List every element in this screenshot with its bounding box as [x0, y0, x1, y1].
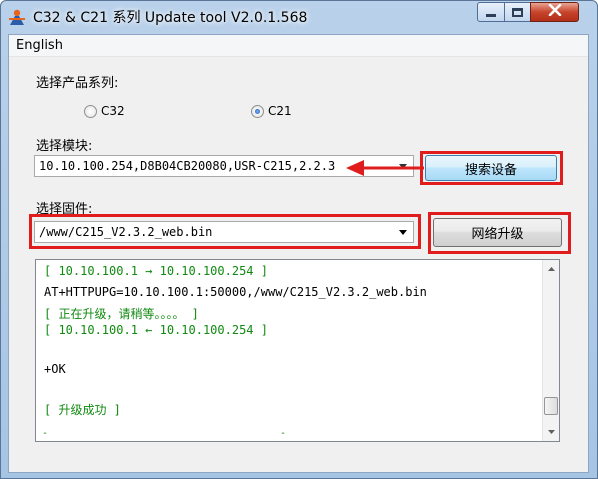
log-line: [ 正在升级，请稍等。。。。 ] [44, 307, 199, 321]
close-icon [548, 3, 562, 20]
radio-c32[interactable]: C32 [84, 104, 125, 118]
network-upgrade-button[interactable]: 网络升级 [433, 218, 562, 247]
maximize-icon [512, 7, 523, 17]
radio-c21-label: C21 [268, 104, 292, 118]
annotation-arrow [346, 160, 424, 176]
chevron-down-icon [547, 429, 555, 434]
app-window: C32 & C21 系列 Update tool V2.0.1.568 Engl… [0, 0, 598, 479]
title-bar[interactable]: C32 & C21 系列 Update tool V2.0.1.568 [1, 1, 597, 33]
window-title: C32 & C21 系列 Update tool V2.0.1.568 [33, 10, 308, 26]
close-button[interactable] [530, 2, 579, 22]
search-device-button[interactable]: 搜索设备 [425, 155, 557, 181]
scroll-thumb[interactable] [544, 397, 558, 415]
log-line: AT+HTTPUPG=10.10.100.1:50000,/www/C215_V… [44, 285, 427, 299]
product-series-label: 选择产品系列: [36, 76, 119, 91]
log-line: [ 10.10.100.1 ← 10.10.100.254 ] [44, 323, 268, 337]
chevron-up-icon [547, 266, 555, 271]
radio-c32-label: C32 [101, 104, 125, 118]
menu-bar: English [9, 35, 588, 57]
log-line: [ 升级成功 ] [44, 403, 121, 417]
radio-selected-dot [255, 108, 260, 114]
scroll-down-button[interactable] [543, 423, 559, 440]
maximize-button[interactable] [504, 2, 531, 22]
log-line: +OK [44, 362, 66, 376]
firmware-select-value: /www/C215_V2.3.2_web.bin [39, 225, 213, 239]
log-output[interactable]: [ 10.10.100.1 → 10.10.100.254 ] AT+HTTPU… [35, 259, 560, 442]
module-select-value: 10.10.100.254,D8B04CB20080,USR-C215,2.2.… [39, 159, 336, 173]
radio-c21[interactable]: C21 [251, 104, 292, 118]
app-logo-icon [7, 7, 27, 27]
log-line-partial: - [42, 428, 49, 439]
radio-c32-circle [84, 104, 97, 118]
module-label: 选择模块: [36, 139, 93, 154]
minimize-icon [486, 13, 496, 17]
chevron-down-icon[interactable] [395, 224, 411, 240]
menu-english[interactable]: English [16, 38, 63, 53]
firmware-select[interactable]: /www/C215_V2.3.2_web.bin [34, 221, 414, 243]
log-line-partial: - [280, 428, 287, 439]
scroll-up-button[interactable] [543, 260, 559, 277]
minimize-button[interactable] [477, 2, 505, 22]
log-line: [ 10.10.100.1 → 10.10.100.254 ] [44, 264, 268, 278]
radio-c21-circle [251, 104, 264, 118]
log-scrollbar[interactable] [542, 260, 559, 441]
